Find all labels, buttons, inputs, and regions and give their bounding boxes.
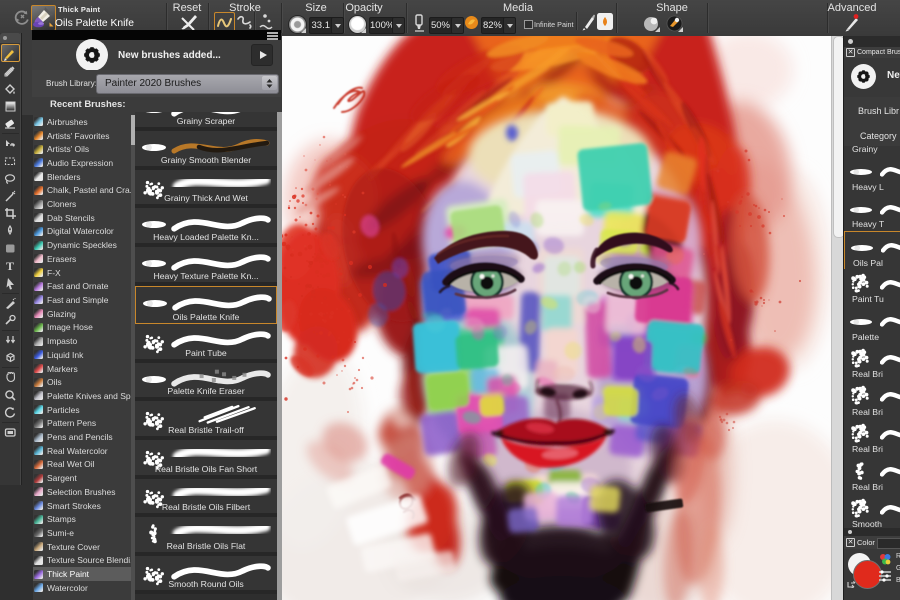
- svg-text:T: T: [6, 259, 14, 273]
